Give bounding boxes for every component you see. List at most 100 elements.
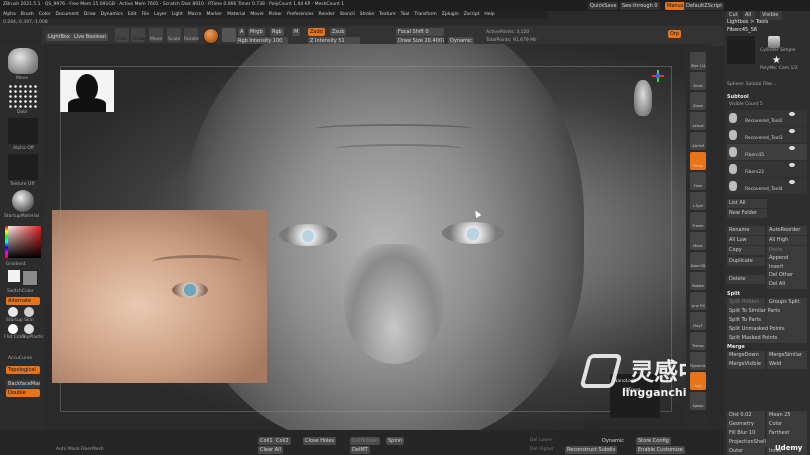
menu-item[interactable]: Tool	[401, 11, 410, 19]
live-boolean-button[interactable]: Live Boolean	[72, 33, 109, 41]
shelf-button[interactable]: Zoom	[690, 92, 706, 110]
farthest-button[interactable]: Farthest	[767, 429, 807, 438]
split-parts-button[interactable]: Split To Parts	[727, 316, 807, 325]
lightbox-tools-label[interactable]: Lightbox > Tools	[727, 18, 807, 26]
subtool-row[interactable]: Fiberc45	[727, 144, 807, 160]
startup-skin-icon-2[interactable]	[24, 307, 34, 317]
del-mt-button[interactable]: DelMT	[350, 446, 370, 454]
menu-item[interactable]: Help	[484, 11, 494, 19]
backface-mask-button[interactable]: BackfaceMask	[6, 380, 40, 388]
delhidden-button[interactable]: DelHidden	[350, 437, 381, 445]
texture-off-icon[interactable]	[8, 154, 38, 180]
scale-mode-button[interactable]: Scale	[167, 28, 181, 42]
menu-item[interactable]: Alpha	[3, 11, 16, 19]
menu-item[interactable]: Macro	[188, 11, 202, 19]
delete-button[interactable]: Delete	[727, 275, 765, 284]
color-button[interactable]: Color	[767, 420, 807, 429]
menu-item[interactable]: Color	[39, 11, 51, 19]
topological-button[interactable]: Topological	[6, 366, 40, 374]
a-button[interactable]: A	[238, 28, 246, 36]
shelf-button[interactable]: Floor	[690, 172, 706, 190]
startup-skin-icon[interactable]	[8, 307, 18, 317]
enable-customize-button[interactable]: Enable Customize	[636, 446, 685, 454]
lightbox-button[interactable]: LightBox	[46, 33, 72, 41]
draw-mode-button[interactable]: Draw	[131, 28, 145, 42]
all-low-button[interactable]: All Low	[727, 236, 765, 245]
menu-item[interactable]: Picker	[269, 11, 282, 19]
color-swatch-icon[interactable]	[222, 28, 236, 42]
menu-item[interactable]: Render	[319, 11, 335, 19]
shelf-button[interactable]: Line Fill	[690, 292, 706, 310]
polymesh-star-icon[interactable]: ★	[772, 56, 781, 66]
menu-item[interactable]: Zscript	[464, 11, 480, 19]
duplicate-button[interactable]: Duplicate	[727, 257, 765, 266]
main-color-swatch[interactable]	[8, 270, 20, 282]
shelf-button[interactable]: Sfye 1/4	[690, 52, 706, 70]
brush-move-icon[interactable]	[8, 48, 38, 74]
split-similar-button[interactable]: Split To Similar Parts	[727, 307, 807, 316]
hue-strip[interactable]	[5, 226, 8, 258]
coll2-button[interactable]: Coll2	[274, 437, 291, 445]
shelf-button[interactable]: Rotate	[690, 272, 706, 290]
default-zscript-button[interactable]: DefaultZScript	[684, 2, 725, 10]
merge-section[interactable]: Merge	[727, 343, 807, 351]
shelf-button[interactable]: Persp	[690, 152, 706, 170]
shelf-button[interactable]: Actual	[690, 112, 706, 130]
quicksave-button[interactable]: QuickSave	[588, 2, 619, 10]
color-picker[interactable]	[5, 226, 41, 258]
menu-item[interactable]: Brush	[21, 11, 34, 19]
subtool-row[interactable]: Recovered_Tool3	[727, 127, 807, 143]
menu-item[interactable]: Layer	[154, 11, 167, 19]
reconstruct-button[interactable]: Reconstruct Subdiv	[565, 446, 618, 454]
split-section[interactable]: Split	[727, 290, 807, 298]
menu-item[interactable]: Stencil	[340, 11, 355, 19]
double-button[interactable]: Double	[6, 389, 40, 397]
shelf-button[interactable]: Zoom3D	[690, 252, 706, 270]
menu-item[interactable]: Light	[172, 11, 183, 19]
visibility-eye-icon[interactable]	[789, 146, 795, 150]
shelf-button[interactable]: Scroll	[690, 72, 706, 90]
del-all-button[interactable]: Del All	[767, 280, 807, 289]
shelf-button[interactable]: Dynamic	[690, 352, 706, 370]
copy-button[interactable]: Copy	[727, 246, 765, 255]
shelf-button[interactable]: L.Sym	[690, 192, 706, 210]
store-config-button[interactable]: Store Config	[636, 437, 671, 445]
fill-blur-slider[interactable]: Fill Blur 10	[727, 429, 765, 438]
focal-shift-slider[interactable]: Focal Shift 0	[396, 28, 444, 36]
menu-item[interactable]: Stroke	[360, 11, 374, 19]
del-other-button[interactable]: Del Other	[767, 271, 807, 280]
menu-item[interactable]: Material	[227, 11, 245, 19]
mean-slider[interactable]: Mean 25	[767, 411, 807, 420]
subtool-row[interactable]: Fibers22	[727, 161, 807, 177]
split-hidden-button[interactable]: Split Hidden	[727, 298, 765, 307]
subtool-section[interactable]: Subtool	[727, 93, 807, 101]
menu-item[interactable]: Preferences	[287, 11, 313, 19]
weld-button[interactable]: Weld	[767, 360, 807, 369]
shelf-button[interactable]: Xpose	[690, 392, 706, 410]
shelf-button[interactable]: Transp	[690, 332, 706, 350]
autoreorder-button[interactable]: AutoReorder	[767, 226, 807, 235]
menu-item[interactable]: Zplugin	[442, 11, 459, 19]
spinn-button[interactable]: Spinn	[386, 437, 405, 445]
zsub-button[interactable]: Zsub	[330, 28, 347, 36]
edit-mode-button[interactable]: Edit	[115, 28, 129, 42]
new-folder-button[interactable]: New Folder	[727, 209, 767, 218]
shelf-button[interactable]: PolyF	[690, 312, 706, 330]
visibility-eye-icon[interactable]	[789, 129, 795, 133]
zadd-button[interactable]: Zadd	[308, 28, 325, 36]
visibility-eye-icon[interactable]	[789, 163, 795, 167]
rename-button[interactable]: Rename	[727, 226, 765, 235]
secondary-color-swatch[interactable]	[22, 270, 38, 286]
geometry-button[interactable]: Geometry	[727, 420, 765, 429]
split-unmasked-button[interactable]: Split Unmasked Points	[727, 325, 807, 334]
shelf-button[interactable]: Frame	[690, 212, 706, 230]
menu-item[interactable]: Dynamics	[101, 11, 123, 19]
shelf-button[interactable]: Move	[690, 232, 706, 250]
shelf-button[interactable]: AAHalf	[690, 132, 706, 150]
outer-button[interactable]: Outer	[727, 447, 765, 455]
shelf-button[interactable]: Solo	[690, 372, 706, 390]
split-masked-button[interactable]: Split Masked Points	[727, 334, 807, 343]
menus-button[interactable]: Menus	[665, 2, 686, 10]
toyplastic-icon[interactable]	[24, 324, 34, 334]
rotate-mode-button[interactable]: Rotate	[184, 28, 199, 42]
